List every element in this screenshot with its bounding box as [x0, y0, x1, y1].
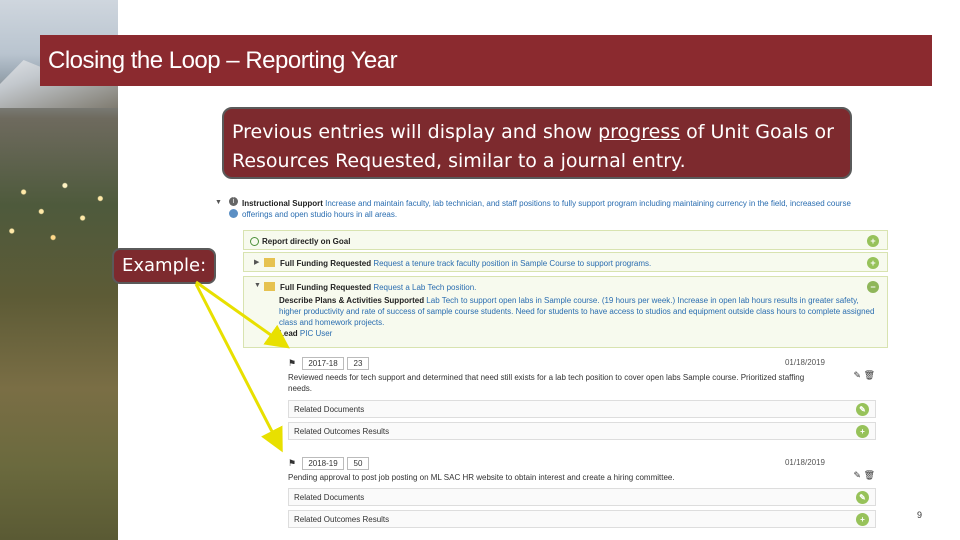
flag-icon: ⚑ [288, 358, 297, 368]
request-2-text: Full Funding Requested Request a Lab Tec… [280, 283, 477, 292]
entry-text: Reviewed needs for tech support and dete… [288, 373, 805, 393]
add-icon[interactable]: + [856, 513, 869, 526]
callout-underlined: progress [598, 121, 681, 143]
entry-date: 01/18/2019 [784, 458, 825, 467]
report-directly-row[interactable]: Report directly on Goal + [243, 230, 888, 250]
year-field: 2017-18 [302, 357, 344, 370]
chart-icon [264, 282, 275, 291]
related-documents-row[interactable]: Related Documents ✎ [288, 400, 876, 418]
add-icon[interactable]: + [856, 425, 869, 438]
city-lights [0, 140, 118, 270]
edit-delete-icons[interactable]: ✎ 🗑 [854, 370, 875, 381]
goal-text: Instructional Support Increase and maint… [242, 199, 851, 219]
edit-delete-icons[interactable]: ✎ 🗑 [854, 470, 875, 481]
number-field: 50 [347, 457, 369, 470]
expand-caret-icon[interactable]: ▶ [254, 258, 259, 266]
journal-entry-1: ⚑ 2017-18 23 01/18/2019 ✎ 🗑 Reviewed nee… [283, 356, 883, 446]
entry-date: 01/18/2019 [784, 358, 825, 367]
collapse-caret-icon[interactable]: ▼ [215, 199, 222, 206]
example-label: Example: [112, 248, 216, 284]
globe-icon [229, 209, 238, 218]
year-field: 2018-19 [302, 457, 344, 470]
add-button[interactable]: + [867, 235, 879, 247]
edit-icon[interactable]: ✎ [856, 403, 869, 416]
request-row-2[interactable]: ▼ Full Funding Requested Request a Lab T… [243, 276, 888, 348]
info-icon: i [229, 197, 238, 206]
describe-text: Describe Plans & Activities Supported La… [279, 296, 875, 338]
request-row-1[interactable]: ▶ Full Funding Requested Request a tenur… [243, 252, 888, 272]
report-directly-label: Report directly on Goal [262, 237, 351, 246]
related-outcomes-row[interactable]: Related Outcomes Results + [288, 422, 876, 440]
slide-title: Closing the Loop – Reporting Year [40, 35, 932, 86]
entry-text: Pending approval to post job posting on … [288, 473, 675, 482]
target-icon [250, 237, 259, 246]
collapse-caret-icon[interactable]: ▼ [254, 282, 261, 289]
callout-box: Previous entries will display and show p… [222, 107, 852, 179]
add-button[interactable]: + [867, 257, 879, 269]
callout-text-before: Previous entries will display and show [232, 121, 599, 143]
chart-icon [264, 258, 275, 267]
related-documents-row[interactable]: Related Documents ✎ [288, 488, 876, 506]
embedded-screenshot: ▼ i Instructional Support Increase and m… [210, 190, 890, 535]
request-1-text: Full Funding Requested Request a tenure … [280, 259, 652, 268]
edit-icon[interactable]: ✎ [856, 491, 869, 504]
journal-entry-2: ⚑ 2018-19 50 01/18/2019 ✎ 🗑 Pending appr… [283, 456, 883, 536]
page-number: 9 [917, 510, 923, 520]
flag-icon: ⚑ [288, 458, 297, 468]
goal-row[interactable]: ▼ i Instructional Support Increase and m… [210, 195, 886, 219]
related-outcomes-row[interactable]: Related Outcomes Results + [288, 510, 876, 528]
number-field: 23 [347, 357, 369, 370]
collapse-button[interactable]: − [867, 281, 879, 293]
